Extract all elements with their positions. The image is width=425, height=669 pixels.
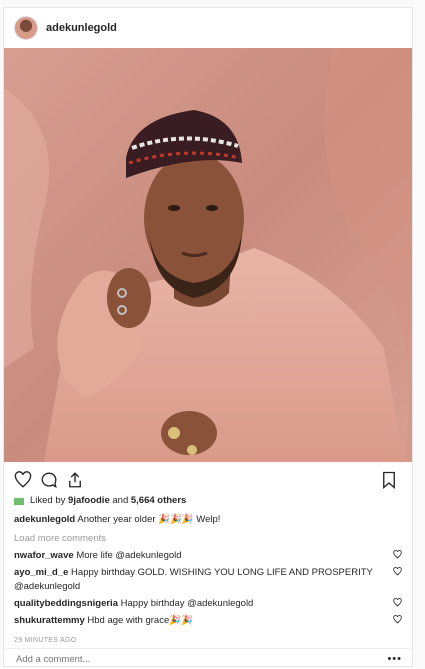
- post-image[interactable]: [4, 48, 412, 462]
- post-username[interactable]: adekunlegold: [46, 22, 117, 34]
- comment-item: qualitybeddingsnigeria Happy birthday @a…: [14, 597, 402, 611]
- comment-heart-icon[interactable]: [393, 550, 402, 564]
- comment-user[interactable]: shukurattemmy: [14, 615, 85, 626]
- comment-heart-icon[interactable]: [393, 615, 402, 629]
- add-comment-input[interactable]: [14, 652, 388, 666]
- caption-text: Another year older 🎉🎉🎉 Welp!: [77, 514, 221, 525]
- liker-avatar-icon[interactable]: [14, 497, 24, 505]
- comment-user[interactable]: nwafor_wave: [14, 550, 74, 561]
- comment-text: More life @adekunlegold: [76, 550, 182, 561]
- post-header: adekunlegold: [4, 8, 412, 49]
- add-comment-bar: •••: [4, 648, 412, 669]
- heart-icon[interactable]: [12, 469, 34, 491]
- likes-count[interactable]: 5,664 others: [131, 494, 186, 508]
- more-options-icon[interactable]: •••: [387, 653, 402, 665]
- caption-user[interactable]: adekunlegold: [14, 514, 75, 525]
- avatar[interactable]: [14, 16, 38, 40]
- comment-text: Happy birthday @adekunlegold: [120, 598, 254, 609]
- comment-item: ayo_mi_d_e Happy birthday GOLD. WISHING …: [14, 566, 402, 594]
- likes-middle: and: [112, 495, 129, 506]
- comment-icon[interactable]: [38, 469, 60, 491]
- comment-user[interactable]: ayo_mi_d_e: [14, 567, 68, 578]
- comment-item: nwafor_wave More life @adekunlegold: [14, 549, 402, 563]
- post-actions: [12, 466, 404, 494]
- likes-prefix: Liked by: [30, 495, 66, 506]
- comment-heart-icon[interactable]: [393, 567, 402, 581]
- bookmark-icon[interactable]: [378, 469, 400, 491]
- post-body: Liked by 9jafoodie and 5,664 others adek…: [14, 492, 402, 648]
- post-card: adekunlegold Liked by 9jafoodie and 5,66…: [3, 7, 413, 667]
- share-icon[interactable]: [64, 469, 86, 491]
- comment-text: Happy birthday GOLD. WISHING YOU LONG LI…: [14, 567, 373, 592]
- caption: adekunlegold Another year older 🎉🎉🎉 Welp…: [14, 513, 402, 527]
- comment-item: shukurattemmy Hbd age with grace🎉🎉: [14, 614, 402, 628]
- comment-user[interactable]: qualitybeddingsnigeria: [14, 598, 118, 609]
- likes-line: Liked by 9jafoodie and 5,664 others: [14, 494, 402, 508]
- comment-heart-icon[interactable]: [393, 598, 402, 612]
- likes-user[interactable]: 9jafoodie: [68, 494, 110, 508]
- load-more-comments[interactable]: Load more comments: [14, 532, 402, 546]
- post-timestamp[interactable]: 29 MINUTES AGO: [14, 634, 402, 648]
- comment-text: Hbd age with grace🎉🎉: [87, 615, 193, 626]
